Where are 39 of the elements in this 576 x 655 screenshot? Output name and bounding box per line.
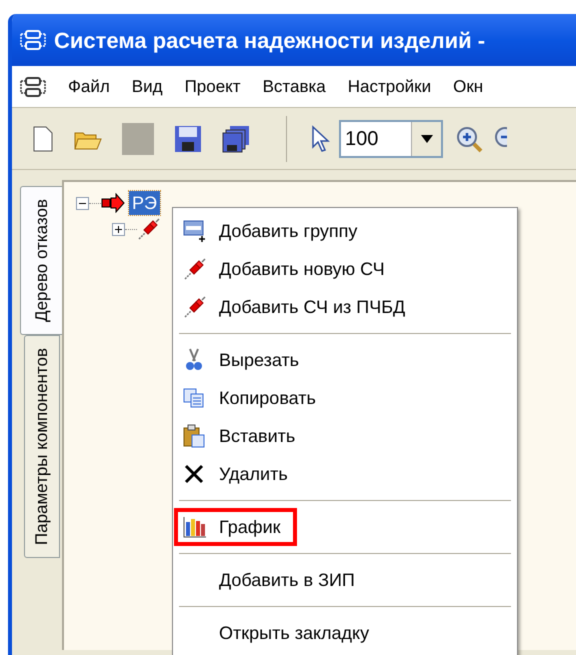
clipboard-icon xyxy=(183,424,205,448)
zoom-combo[interactable]: 100 xyxy=(339,120,443,158)
menu-item[interactable]: Вид xyxy=(132,74,163,100)
save-all-icon[interactable] xyxy=(222,124,250,152)
pushpin-icon xyxy=(137,217,161,241)
context-menu-item[interactable]: Добавить новую СЧ xyxy=(174,250,401,288)
menu-item[interactable]: Проект xyxy=(184,74,241,100)
scissors-icon xyxy=(183,348,205,372)
side-tab[interactable]: Параметры компонентов xyxy=(24,334,60,558)
copy-icon xyxy=(183,387,205,409)
context-menu-item[interactable]: Открыть закладку xyxy=(174,614,386,652)
menu-item[interactable]: Окн xyxy=(453,74,484,100)
menu-item[interactable]: Настройки xyxy=(348,74,432,100)
pushpin-icon xyxy=(183,257,207,281)
app-icon xyxy=(20,76,46,98)
context-menu-item[interactable]: Вырезать xyxy=(174,341,316,379)
window-title: Система расчета надежности изделий - xyxy=(54,26,486,55)
add-group-icon xyxy=(183,219,207,243)
context-menu-item[interactable]: График xyxy=(174,508,296,546)
context-menu-item[interactable]: Вставить xyxy=(174,417,312,455)
context-menu-item[interactable]: Копировать xyxy=(174,379,332,417)
pushpin-icon xyxy=(183,295,207,319)
app-icon xyxy=(20,29,46,51)
expand-toggle[interactable] xyxy=(112,222,125,236)
menu-item[interactable]: Вставка xyxy=(262,74,326,100)
bar-chart-icon xyxy=(183,516,207,538)
context-menu-item[interactable]: Добавить в ЗИП xyxy=(174,561,371,599)
context-menu-item[interactable]: Добавить группу xyxy=(174,212,374,250)
collapse-toggle[interactable] xyxy=(76,196,89,210)
zoom-in-icon[interactable] xyxy=(455,124,483,152)
context-menu-item[interactable]: Удалить xyxy=(174,455,304,493)
save-icon[interactable] xyxy=(174,124,202,152)
side-tab[interactable]: Дерево отказов xyxy=(20,186,62,335)
context-menu-item[interactable]: Добавить СЧ из ПЧБД xyxy=(174,288,422,326)
tree-node[interactable]: РЭ xyxy=(129,191,160,215)
arrow-icon xyxy=(101,193,125,213)
new-file-icon[interactable] xyxy=(32,126,54,152)
delete-icon xyxy=(183,463,205,485)
menu-item[interactable]: Файл xyxy=(68,74,110,100)
